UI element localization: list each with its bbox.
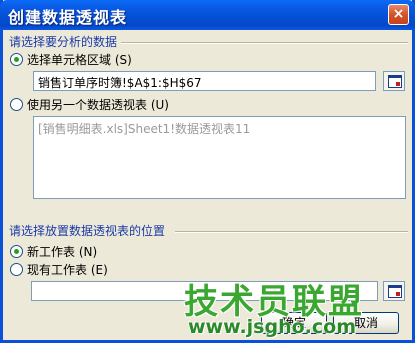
create-pivot-table-dialog: 创建数据透视表 × 请选择要分析的数据 选择单元格区域 (S) 销售订单序时簿!… [0,0,415,343]
option-new-worksheet-label: 新工作表 (N) [27,244,98,259]
collapse-dialog-icon [388,75,402,88]
option-select-range-label: 选择单元格区域 (S) [27,52,132,67]
title-bar[interactable]: 创建数据透视表 × [0,0,415,30]
cancel-button[interactable]: 取消 [333,312,399,334]
collapse-dialog-icon [388,285,402,298]
ok-button[interactable]: 确定 [261,312,327,334]
dialog-title: 创建数据透视表 [8,8,128,27]
radio-external-pivot[interactable] [10,97,23,111]
range-input[interactable]: 销售订单序时簿!$A$1:$H$67 [33,71,376,91]
option-external-pivot-label: 使用另一个数据透视表 (U) [27,97,169,112]
close-icon: × [392,6,405,22]
location-section-label: 请选择放置数据透视表的位置 [9,224,166,238]
location-reference-button[interactable] [383,281,405,301]
option-external-pivot[interactable]: 使用另一个数据透视表 (U) [10,96,169,112]
radio-new-worksheet[interactable] [10,244,23,258]
close-button[interactable]: × [388,4,409,25]
external-pivot-input[interactable]: [销售明细表.xls]Sheet1!数据透视表11 [33,116,406,199]
data-section-divider [121,42,408,44]
radio-existing-worksheet[interactable] [10,262,23,276]
data-section-label: 请选择要分析的数据 [9,35,118,49]
option-existing-worksheet-label: 现有工作表 (E) [27,262,108,277]
location-input[interactable] [31,281,378,301]
location-section-divider [175,231,408,233]
radio-select-range[interactable] [10,52,23,66]
range-reference-button[interactable] [383,71,405,91]
option-select-range[interactable]: 选择单元格区域 (S) [10,51,132,67]
option-existing-worksheet[interactable]: 现有工作表 (E) [10,261,108,277]
option-new-worksheet[interactable]: 新工作表 (N) [10,243,97,259]
